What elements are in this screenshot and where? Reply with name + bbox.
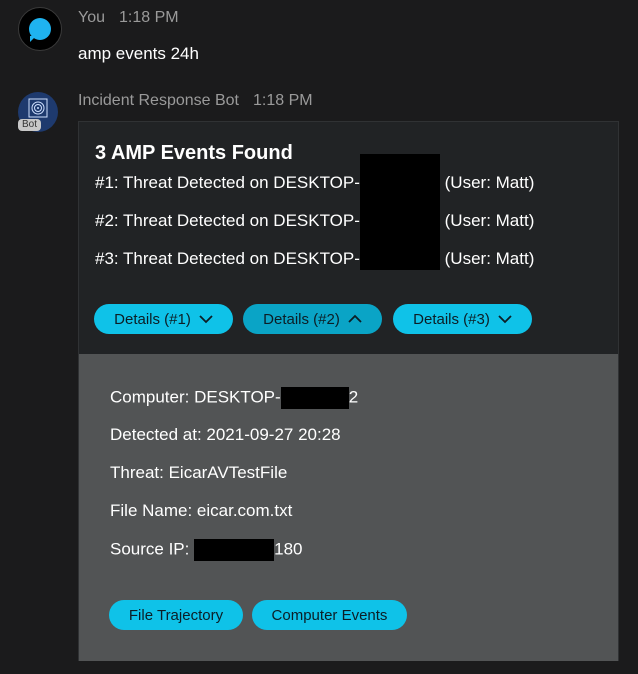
user-avatar[interactable] [18, 7, 62, 51]
user-message-header: You 1:18 PM [78, 9, 179, 27]
bot-badge: Bot [18, 119, 42, 131]
detail-text: Computer: DESKTOP- [110, 387, 281, 407]
details-3-button[interactable]: Details (#3) [393, 304, 532, 334]
details-2-button[interactable]: Details (#2) [243, 304, 382, 334]
event-line-3: #3: Threat Detected on DESKTOP- (User: M… [95, 229, 535, 270]
message-text: amp events 24h [78, 44, 199, 63]
message-author: Incident Response Bot [78, 92, 239, 109]
redaction-box [194, 539, 275, 561]
message-author: You [78, 9, 105, 26]
event-line-2: #2: Threat Detected on DESKTOP- (User: M… [95, 191, 535, 232]
event-text: #3: Threat Detected on DESKTOP- [95, 249, 360, 268]
file-trajectory-button[interactable]: File Trajectory [109, 600, 243, 630]
redaction-box [359, 191, 440, 232]
user-message: You 1:18 PM amp events 24h [0, 0, 638, 80]
card-title: 3 AMP Events Found [95, 142, 293, 164]
chevron-down-icon [498, 315, 512, 324]
detail-detected-at: Detected at: 2021-09-27 20:28 [110, 425, 341, 444]
details-1-button[interactable]: Details (#1) [94, 304, 233, 334]
redaction-box [359, 153, 440, 194]
detail-text: Source IP: [110, 539, 195, 559]
redaction-box [359, 229, 440, 270]
event-user: (User: Matt) [444, 211, 535, 230]
fingerprint-icon [28, 98, 48, 118]
detail-text: 2 [348, 387, 359, 407]
message-time: 1:18 PM [119, 9, 179, 26]
chevron-down-icon [199, 315, 213, 324]
button-label: Details (#1) [114, 310, 191, 328]
button-label: Details (#2) [263, 310, 340, 328]
event-details-panel: Computer: DESKTOP- 2 Detected at: 2021-09… [79, 354, 618, 661]
detail-computer: Computer: DESKTOP- 2 [110, 387, 358, 409]
detail-source-ip: Source IP: 180 [110, 539, 302, 561]
chat-bubble-icon [29, 18, 51, 42]
event-line-1: #1: Threat Detected on DESKTOP- (User: M… [95, 153, 535, 194]
event-text: #2: Threat Detected on DESKTOP- [95, 211, 360, 230]
message-time: 1:18 PM [253, 92, 313, 109]
amp-events-card: 3 AMP Events Found #1: Threat Detected o… [78, 121, 619, 661]
detail-file-name: File Name: eicar.com.txt [110, 501, 293, 520]
detail-threat: Threat: EicarAVTestFile [110, 463, 288, 482]
event-user: (User: Matt) [444, 249, 535, 268]
chevron-up-icon [348, 314, 362, 323]
event-user: (User: Matt) [444, 173, 535, 192]
computer-events-button[interactable]: Computer Events [252, 600, 407, 630]
event-text: #1: Threat Detected on DESKTOP- [95, 173, 360, 192]
detail-text: 180 [274, 539, 303, 559]
bot-message-header: Incident Response Bot 1:18 PM [78, 92, 313, 110]
button-label: Details (#3) [413, 310, 490, 328]
redaction-box [280, 387, 349, 409]
